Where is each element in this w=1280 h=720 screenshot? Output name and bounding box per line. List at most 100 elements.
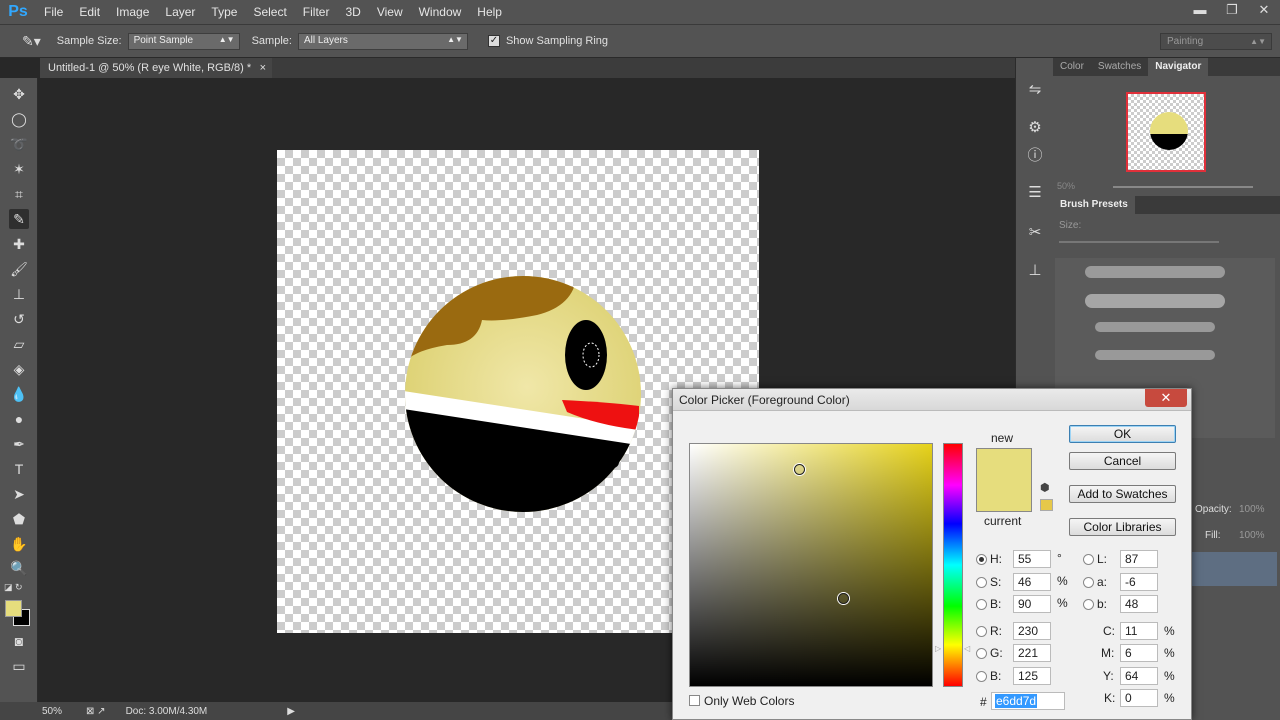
dialog-close-button[interactable]: ✕ [1145,389,1187,407]
dodge-tool-icon[interactable]: ● [9,409,29,429]
sample-dropdown[interactable]: All Layers ▲▼ [297,32,468,50]
shape-tool-icon[interactable]: ⬟ [9,509,29,529]
eyedropper-preset-icon[interactable]: ✎▾ [22,33,41,50]
workspace-switcher[interactable]: Painting ▲▼ [1160,33,1272,50]
saturation-input[interactable]: 46 [1013,573,1051,591]
menu-help[interactable]: Help [469,0,510,24]
navigator-zoom[interactable]: 50% [1057,181,1075,191]
close-tab-icon[interactable]: × [260,58,266,78]
paragraph-panel-icon[interactable]: ☰ [1025,183,1045,203]
yellow-input[interactable]: 64 [1120,667,1158,685]
blur-tool-icon[interactable]: 💧 [9,384,29,404]
status-icons[interactable]: ⊠ ↗ [86,706,106,717]
hand-tool-icon[interactable]: ✋ [9,534,29,554]
restore-button[interactable]: ❐ [1216,0,1248,20]
menu-view[interactable]: View [369,0,411,24]
clone-source-panel-icon[interactable]: ⊥ [1025,261,1045,281]
paint-bucket-tool-icon[interactable]: ◈ [9,359,29,379]
healing-brush-tool-icon[interactable]: ✚ [9,234,29,254]
saturation-radio[interactable] [976,577,987,588]
lab-l-radio[interactable] [1083,554,1094,565]
minimize-button[interactable]: ▬ [1184,0,1216,20]
opacity-value[interactable]: 100% [1239,504,1265,515]
ok-button[interactable]: OK [1069,425,1176,443]
lab-b-input[interactable]: 48 [1120,595,1158,613]
show-sampling-ring-checkbox[interactable]: ✓ [487,35,500,47]
black-input[interactable]: 0 [1120,689,1158,707]
menu-window[interactable]: Window [411,0,470,24]
hue-input[interactable]: 55 [1013,550,1051,568]
history-panel-icon[interactable]: ⇋ [1025,80,1045,100]
color-libraries-button[interactable]: Color Libraries [1069,518,1176,536]
lab-b-radio[interactable] [1083,599,1094,610]
eyedropper-tool-icon[interactable]: ✎ [9,209,29,229]
eraser-tool-icon[interactable]: ▱ [9,334,29,354]
menu-3d[interactable]: 3D [337,0,368,24]
screen-mode-icon[interactable]: ▭ [9,656,29,676]
menu-layer[interactable]: Layer [157,0,203,24]
hue-slider[interactable] [943,443,963,687]
tab-color[interactable]: Color [1053,58,1091,76]
brightness-input[interactable]: 90 [1013,595,1051,613]
path-selection-tool-icon[interactable]: ➤ [9,484,29,504]
color-field[interactable] [689,443,933,687]
tab-swatches[interactable]: Swatches [1091,58,1148,76]
zoom-tool-icon[interactable]: 🔍 [9,558,29,578]
foreground-color-swatch[interactable] [5,600,22,617]
cancel-button[interactable]: Cancel [1069,452,1176,470]
green-radio[interactable] [976,648,987,659]
red-radio[interactable] [976,626,987,637]
menu-file[interactable]: File [36,0,71,24]
navigator-thumbnail[interactable] [1126,92,1206,172]
crop-tool-icon[interactable]: ⌗ [9,184,29,204]
swap-colors-icon[interactable]: ◪ ↻ [4,582,23,593]
gamut-warning-swatch[interactable] [1040,499,1053,511]
green-input[interactable]: 221 [1013,644,1051,662]
menu-select[interactable]: Select [245,0,294,24]
hex-input[interactable]: e6dd7d [991,692,1065,710]
menu-filter[interactable]: Filter [295,0,338,24]
menu-edit[interactable]: Edit [71,0,108,24]
fill-value[interactable]: 100% [1239,530,1265,541]
sample-size-dropdown[interactable]: Point Sample ▲▼ [127,32,240,50]
options-bar: ✎▾ Sample Size: Point Sample ▲▼ Sample: A… [0,24,1280,58]
brightness-unit: % [1057,596,1068,610]
layer-row-selected[interactable] [1191,552,1277,586]
tab-navigator[interactable]: Navigator [1148,58,1209,76]
clone-stamp-tool-icon[interactable]: ⊥ [9,284,29,304]
lab-a-input[interactable]: -6 [1120,573,1158,591]
blue-radio[interactable] [976,671,987,682]
properties-panel-icon[interactable]: ⚙ [1025,118,1045,138]
zoom-level[interactable]: 50% [42,706,62,717]
add-to-swatches-button[interactable]: Add to Swatches [1069,485,1176,503]
lasso-tool-icon[interactable]: ➰ [9,134,29,154]
menu-image[interactable]: Image [108,0,157,24]
menu-type[interactable]: Type [203,0,245,24]
navigator-zoom-slider[interactable] [1113,186,1253,188]
brush-tool-icon[interactable]: 🖌 [9,259,29,279]
move-tool-icon[interactable]: ✥ [9,84,29,104]
quick-mask-icon[interactable]: ◙ [9,631,29,651]
out-of-gamut-cube-icon[interactable]: ⬢ [1040,481,1050,494]
tool-presets-panel-icon[interactable]: ✂ [1025,223,1045,243]
magenta-input[interactable]: 6 [1120,644,1158,662]
hue-radio[interactable] [976,554,987,565]
close-window-button[interactable]: ✕ [1248,0,1280,20]
red-input[interactable]: 230 [1013,622,1051,640]
history-brush-tool-icon[interactable]: ↺ [9,309,29,329]
only-web-colors-checkbox[interactable] [689,695,700,706]
pen-tool-icon[interactable]: ✒ [9,434,29,454]
magic-wand-tool-icon[interactable]: ✶ [9,159,29,179]
tab-brush-presets[interactable]: Brush Presets [1053,196,1135,214]
brightness-radio[interactable] [976,599,987,610]
brush-size-slider[interactable] [1059,241,1219,243]
blue-input[interactable]: 125 [1013,667,1051,685]
info-panel-icon[interactable]: ⓘ [1025,146,1045,166]
lab-a-radio[interactable] [1083,577,1094,588]
status-menu-arrow-icon[interactable]: ▶ [287,706,295,717]
marquee-tool-icon[interactable]: ◯ [9,109,29,129]
lab-l-input[interactable]: 87 [1120,550,1158,568]
cyan-input[interactable]: 11 [1120,622,1158,640]
type-tool-icon[interactable]: T [9,459,29,479]
document-tab[interactable]: Untitled-1 @ 50% (R eye White, RGB/8) * … [40,58,272,78]
